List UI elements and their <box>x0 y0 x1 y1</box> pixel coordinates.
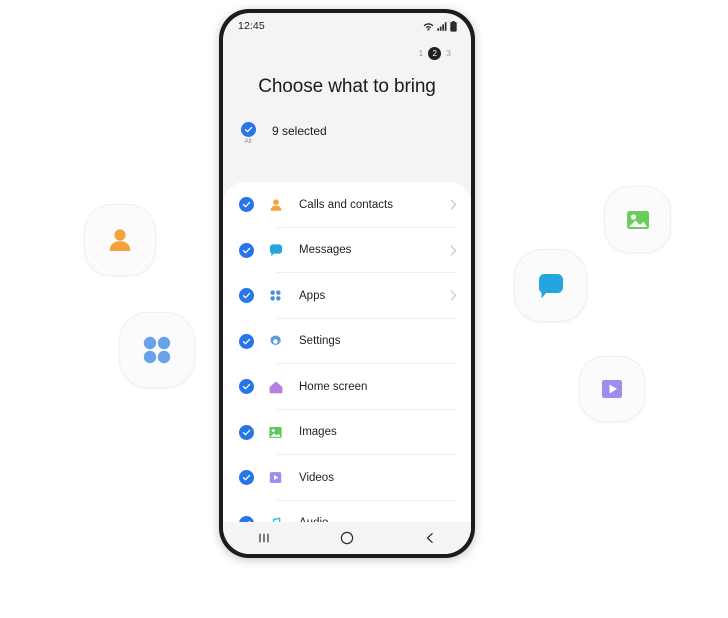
chevron-right-icon[interactable] <box>450 199 457 210</box>
videos-icon <box>602 380 622 398</box>
messages-icon <box>267 242 284 259</box>
select-all-label: All <box>244 138 252 145</box>
home-icon[interactable] <box>324 525 370 551</box>
navigation-bar <box>223 522 471 554</box>
list-item-apps[interactable]: Apps <box>223 273 471 319</box>
chevron-right-icon[interactable] <box>450 245 457 256</box>
select-all-control[interactable]: All <box>237 122 259 146</box>
list-item-label: Videos <box>299 471 334 484</box>
floating-apps-icon <box>119 312 195 388</box>
checkbox-calls-and-contacts[interactable] <box>239 197 254 213</box>
step-2-active: 2 <box>428 47 442 60</box>
status-icons <box>423 20 457 32</box>
phone-frame: 12:45 1 2 3 Choose what to bring All 9 s… <box>219 9 475 558</box>
step-indicator: 1 2 3 <box>223 39 471 60</box>
checkbox-messages[interactable] <box>239 242 254 258</box>
back-icon[interactable] <box>407 525 453 551</box>
status-bar: 12:45 <box>223 13 471 39</box>
images-icon <box>626 210 649 229</box>
checkbox-settings[interactable] <box>239 333 254 349</box>
list-item-label: Apps <box>299 289 326 302</box>
select-all-header[interactable]: All 9 selected <box>223 98 471 145</box>
check-icon <box>242 293 251 299</box>
phone-screen: 12:45 1 2 3 Choose what to bring All 9 s… <box>223 13 471 554</box>
list-item-settings[interactable]: Settings <box>223 319 471 364</box>
contacts-icon <box>267 196 284 213</box>
list-item-home-screen[interactable]: Home screen <box>223 364 471 410</box>
list-item-images[interactable]: Images <box>223 410 471 455</box>
check-icon <box>244 126 252 133</box>
list-item-messages[interactable]: Messages <box>223 228 471 273</box>
selection-list-card: Calls and contacts Messages Apps Setting… <box>223 182 471 554</box>
list-item-label: Messages <box>299 244 352 257</box>
images-icon <box>267 424 284 441</box>
list-item-label: Home screen <box>299 380 368 393</box>
check-icon <box>242 475 251 481</box>
check-icon <box>242 384 251 390</box>
list-item-calls-and-contacts[interactable]: Calls and contacts <box>223 182 471 228</box>
list-item-videos[interactable]: Videos <box>223 455 471 501</box>
battery-icon <box>450 20 457 32</box>
contacts-icon <box>109 229 131 251</box>
floating-images-icon <box>604 186 671 253</box>
selected-count: 9 selected <box>272 124 327 138</box>
floating-videos-icon <box>579 356 645 422</box>
chevron-right-icon[interactable] <box>450 290 457 301</box>
apps-icon <box>143 336 171 364</box>
check-icon <box>242 429 251 436</box>
checkbox-apps[interactable] <box>239 288 254 304</box>
settings-gear-icon <box>267 333 284 350</box>
messages-icon <box>538 273 563 298</box>
checkbox-images[interactable] <box>239 424 254 440</box>
floating-contacts-icon <box>84 204 156 276</box>
status-clock: 12:45 <box>238 20 265 32</box>
select-all-checkbox[interactable] <box>240 122 256 137</box>
list-item-label: Calls and contacts <box>299 198 393 211</box>
checkbox-home-screen[interactable] <box>239 379 254 395</box>
page-title: Choose what to bring <box>258 76 436 97</box>
checkbox-videos[interactable] <box>239 470 254 486</box>
list-item-label: Images <box>299 426 337 439</box>
step-3: 3 <box>446 48 451 59</box>
signal-icon <box>437 22 447 31</box>
step-1: 1 <box>418 48 424 59</box>
recents-icon[interactable] <box>241 525 287 551</box>
home-screen-icon <box>267 378 284 395</box>
wifi-icon <box>423 23 434 31</box>
floating-messages-icon <box>514 249 587 322</box>
check-icon <box>242 247 251 254</box>
check-icon <box>242 338 251 345</box>
apps-icon <box>267 287 284 304</box>
check-icon <box>242 202 251 208</box>
videos-icon <box>267 469 284 486</box>
list-item-label: Settings <box>299 335 341 348</box>
